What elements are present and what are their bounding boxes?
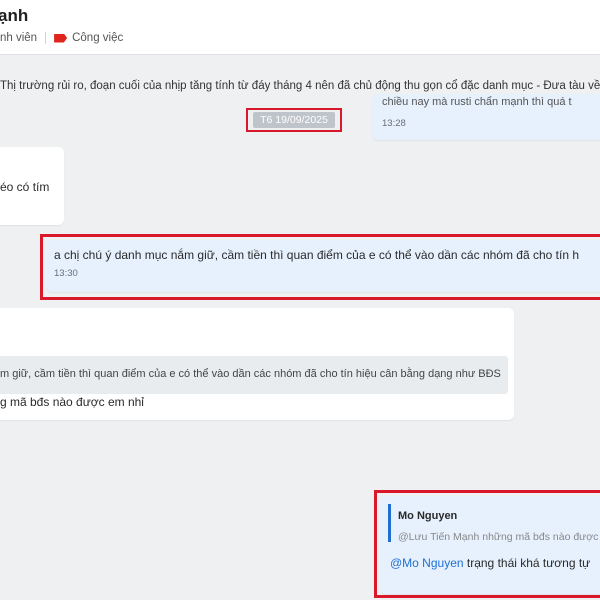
tag-icon xyxy=(54,33,68,43)
message-time: 13:30 xyxy=(54,268,78,279)
message-text: chiều nay mà rusti chẩn mạnh thì quá t xyxy=(382,96,572,108)
message-text: a chị chú ý danh mục nắm giữ, cầm tiền t… xyxy=(54,248,580,262)
message-bubble-left-reply[interactable]: m giữ, cầm tiền thì quan điểm của e có t… xyxy=(0,308,514,420)
quote-text: @Lưu Tiến Mạnh những mã bđs nào được xyxy=(398,531,599,543)
mention-link[interactable]: @Mo Nguyen xyxy=(390,556,464,570)
reply-quote-bar xyxy=(388,504,391,542)
chat-title[interactable]: ạnh xyxy=(0,6,28,26)
members-link[interactable]: nh viên xyxy=(0,32,37,44)
message-text: g mã bđs nào được em nhỉ xyxy=(0,395,144,409)
message-time: 13:28 xyxy=(382,118,406,129)
quote-author: Mo Nguyen xyxy=(398,510,458,522)
message-bubble-left-small[interactable]: éo có tím xyxy=(0,147,64,225)
chat-subline: nh viên Công việc xyxy=(0,32,123,44)
message-bubble-right-top[interactable]: chiều nay mà rusti chẩn mạnh thì quá t 1… xyxy=(372,94,600,140)
chat-header: ạnh nh viên Công việc xyxy=(0,0,600,55)
date-divider: T6 19/09/2025 xyxy=(246,108,342,132)
message-bubble-bottom-reply[interactable]: Mo Nguyen @Lưu Tiến Mạnh những mã bđs nà… xyxy=(380,496,600,594)
date-label: T6 19/09/2025 xyxy=(253,112,335,128)
quoted-text: m giữ, cầm tiền thì quan điểm của e có t… xyxy=(0,368,501,380)
tag-label[interactable]: Công việc xyxy=(72,32,123,44)
message-body: trạng thái khá tương tự xyxy=(463,556,591,570)
message-bubble-highlighted[interactable]: a chị chú ý danh mục nắm giữ, cầm tiền t… xyxy=(46,240,600,292)
divider xyxy=(45,32,47,44)
message-text: éo có tím xyxy=(0,180,50,194)
message-text: @Mo Nguyen trạng thái khá tương tự xyxy=(390,556,590,570)
quoted-message[interactable]: m giữ, cầm tiền thì quan điểm của e có t… xyxy=(0,356,508,394)
pinned-message[interactable]: Thị trường rủi ro, đoạn cuối của nhịp tă… xyxy=(0,80,600,92)
